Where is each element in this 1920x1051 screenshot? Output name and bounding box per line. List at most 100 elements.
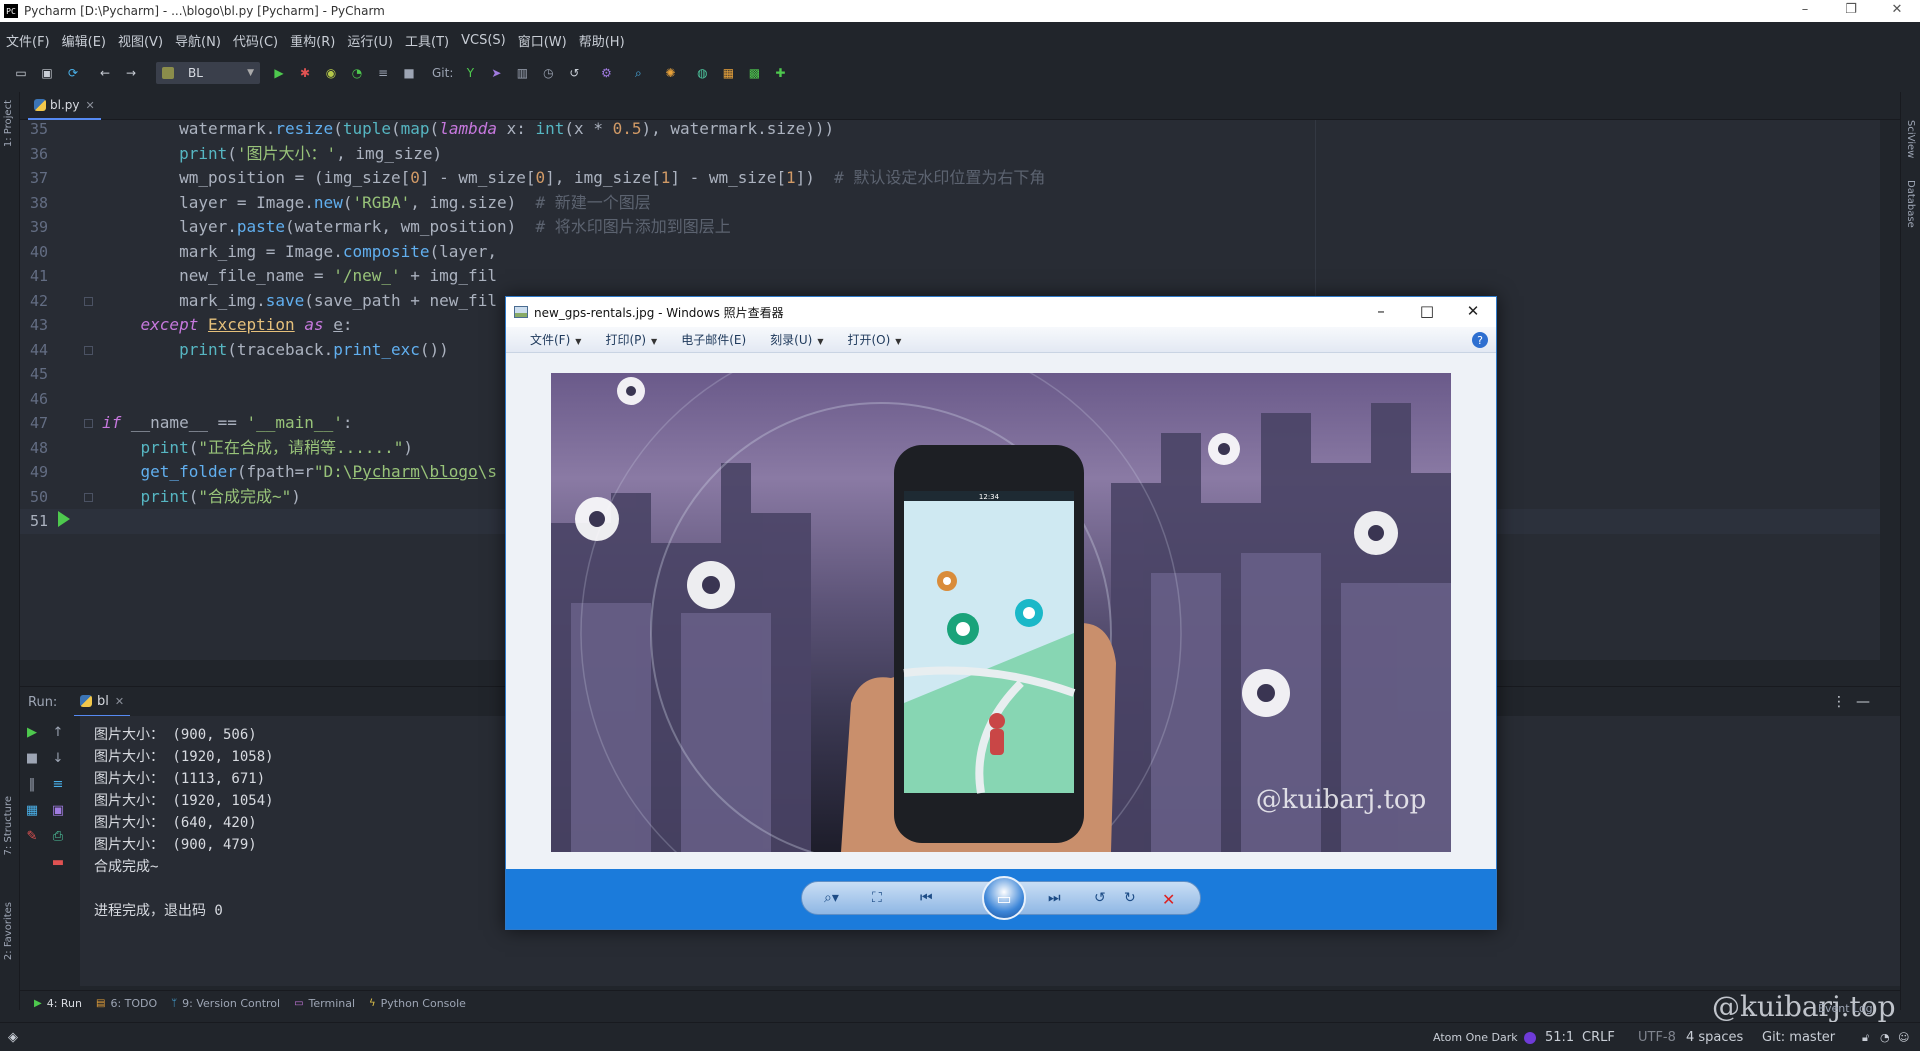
rotate-right-icon[interactable]: ↻ <box>1124 890 1136 906</box>
git-update-icon[interactable]: Y <box>463 66 477 80</box>
viewer-menu-print[interactable]: 打印(P) ▼ <box>593 331 657 348</box>
run-config-selector[interactable]: BL ▼ <box>156 62 260 84</box>
layout-icon[interactable]: ▦ <box>24 802 40 818</box>
menu-navigate[interactable]: 导航(N) <box>169 31 227 50</box>
tool-tab-todo[interactable]: ▤ 6: TODO <box>96 997 157 1010</box>
viewer-minimize-button[interactable]: – <box>1358 297 1404 327</box>
actual-size-icon[interactable]: ⛶ <box>872 890 882 906</box>
viewer-menu-open[interactable]: 打开(O) ▼ <box>835 331 901 348</box>
more-options-icon[interactable]: ⋮ <box>1832 694 1846 710</box>
code-line[interactable]: 40 mark_img = Image.composite(layer, <box>20 240 1880 265</box>
menu-refactor[interactable]: 重构(R) <box>284 31 341 50</box>
slideshow-button[interactable]: ▭ <box>982 876 1026 920</box>
git-push-icon[interactable]: ➤ <box>489 66 503 80</box>
zoom-icon[interactable]: ⌕▾ <box>824 890 839 906</box>
code-line[interactable]: 41 new_file_name = '/new_' + img_fil <box>20 264 1880 289</box>
theme-indicator[interactable]: Atom One Dark <box>1433 1023 1536 1051</box>
debug-icon[interactable]: ✱ <box>298 66 312 80</box>
run-gutter-icon[interactable] <box>58 511 70 527</box>
hide-panel-icon[interactable]: — <box>1856 694 1870 710</box>
coverage-icon[interactable]: ◉ <box>324 66 338 80</box>
forward-icon[interactable]: → <box>124 66 138 80</box>
open-folder-icon[interactable]: ▭ <box>14 66 28 80</box>
rotate-left-icon[interactable]: ↺ <box>1094 890 1106 906</box>
menu-vcs[interactable]: VCS(S) <box>455 33 512 48</box>
git-revert-icon[interactable]: ◷ <box>541 66 555 80</box>
git-rollback-icon[interactable]: ↺ <box>567 66 581 80</box>
code-line[interactable]: 36 print('图片大小：', img_size) <box>20 142 1880 167</box>
close-tab-icon[interactable]: ✕ <box>85 99 94 112</box>
line-separator[interactable]: CRLF <box>1582 1023 1615 1051</box>
event-log-button[interactable]: Event Log <box>1818 994 1873 1023</box>
run-icon[interactable]: ▶ <box>272 66 286 80</box>
lock-icon[interactable]: 🔓︎ <box>1862 1023 1869 1051</box>
viewer-maximize-button[interactable]: □ <box>1404 297 1450 327</box>
plugin-icon[interactable]: ✺ <box>663 66 677 80</box>
close-button[interactable]: ✕ <box>1874 0 1920 22</box>
viewer-menu-email[interactable]: 电子邮件(E) <box>669 331 746 348</box>
editor-tab-bl-py[interactable]: bl.py ✕ <box>28 92 101 120</box>
file-encoding[interactable]: UTF-8 <box>1638 1023 1676 1051</box>
down-arrow-icon[interactable]: ↓ <box>50 750 66 766</box>
status-layers-icon[interactable]: ◈ <box>8 1023 18 1051</box>
tool-tab-version-control[interactable]: ᛘ 9: Version Control <box>171 997 280 1010</box>
viewer-menu-burn[interactable]: 刻录(U) ▼ <box>758 331 823 348</box>
fold-marker-icon[interactable] <box>84 296 93 306</box>
code-line[interactable]: 38 layer = Image.new('RGBA', img.size) #… <box>20 191 1880 216</box>
viewer-close-button[interactable]: ✕ <box>1450 297 1496 327</box>
profile-icon[interactable]: ◔ <box>350 66 364 80</box>
code-line[interactable]: 35 watermark.resize(tuple(map(lambda x: … <box>20 120 1880 142</box>
previous-icon[interactable]: ⏮ <box>920 890 933 906</box>
caret-position[interactable]: 51:1 <box>1545 1023 1574 1051</box>
pin-icon[interactable]: ✎ <box>24 828 40 844</box>
build-icon[interactable]: ≡ <box>376 66 390 80</box>
pause-icon[interactable]: ‖ <box>24 776 40 792</box>
fold-marker-icon[interactable] <box>84 492 93 502</box>
sync-icon[interactable]: ⟳ <box>66 66 80 80</box>
up-arrow-icon[interactable]: ↑ <box>50 724 66 740</box>
next-icon[interactable]: ⏭ <box>1048 890 1061 906</box>
delete-icon[interactable]: ✕ <box>1162 890 1175 909</box>
sciview-tool-button[interactable]: SciView <box>1905 120 1916 158</box>
inspector-icon[interactable]: ☺︎ <box>1898 1023 1909 1051</box>
tool-tab-python-console[interactable]: ϟ Python Console <box>369 997 466 1010</box>
tool-tab-terminal[interactable]: ▭ Terminal <box>294 997 355 1010</box>
close-tab-icon[interactable]: ✕ <box>115 695 124 708</box>
soft-wrap-icon[interactable]: ≡ <box>50 776 66 792</box>
scroll-to-end-icon[interactable]: ▣ <box>50 802 66 818</box>
code-line[interactable]: 39 layer.paste(watermark, wm_position) #… <box>20 215 1880 240</box>
stop-icon[interactable]: ■ <box>24 750 40 766</box>
print-icon[interactable]: ⎙ <box>50 828 66 844</box>
save-all-icon[interactable]: ▣ <box>40 66 54 80</box>
rerun-icon[interactable]: ▶ <box>24 724 40 740</box>
database-icon[interactable]: ◍ <box>695 66 709 80</box>
sciview-icon[interactable]: ▩ <box>747 66 761 80</box>
favorites-tool-button[interactable]: 2: Favorites <box>3 902 14 960</box>
fold-marker-icon[interactable] <box>84 345 93 355</box>
menu-view[interactable]: 视图(V) <box>112 31 169 50</box>
structure-tool-button[interactable]: 7: Structure <box>3 796 14 855</box>
help-icon[interactable]: ? <box>1472 332 1488 348</box>
stop-icon[interactable]: ■ <box>402 66 416 80</box>
notifications-icon[interactable]: ◔ <box>1880 1023 1890 1051</box>
git-history-icon[interactable]: ▥ <box>515 66 529 80</box>
code-line[interactable]: 37 wm_position = (img_size[0] - wm_size[… <box>20 166 1880 191</box>
maximize-button[interactable]: ❐ <box>1828 0 1874 22</box>
viewer-menu-file[interactable]: 文件(F) ▼ <box>518 331 581 348</box>
menu-window[interactable]: 窗口(W) <box>512 31 573 50</box>
puzzle-icon[interactable]: ✚ <box>773 66 787 80</box>
settings-gear-icon[interactable]: ⚙ <box>599 66 613 80</box>
tool-tab-run[interactable]: ▶ 4: Run <box>34 997 82 1010</box>
back-icon[interactable]: ← <box>98 66 112 80</box>
menu-help[interactable]: 帮助(H) <box>573 31 631 50</box>
fold-marker-icon[interactable] <box>84 419 93 428</box>
menu-tools[interactable]: 工具(T) <box>399 31 455 50</box>
menu-code[interactable]: 代码(C) <box>227 31 284 50</box>
trash-icon[interactable]: ▬ <box>50 854 66 870</box>
indent-setting[interactable]: 4 spaces <box>1686 1023 1743 1051</box>
menu-file[interactable]: 文件(F) <box>0 31 56 50</box>
run-tab-bl[interactable]: bl ✕ <box>74 687 131 717</box>
menu-edit[interactable]: 编辑(E) <box>56 31 112 50</box>
layout-icon[interactable]: ▦ <box>721 66 735 80</box>
menu-run[interactable]: 运行(U) <box>341 31 399 50</box>
